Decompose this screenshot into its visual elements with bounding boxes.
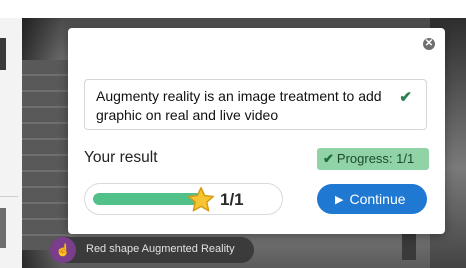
- result-dialog: ✕ Augmenty reality is an image treatment…: [68, 28, 445, 234]
- star-icon: [188, 187, 214, 212]
- video-building: [22, 60, 68, 250]
- left-panel-tab[interactable]: [0, 208, 6, 248]
- continue-button[interactable]: ▶ Continue: [317, 184, 427, 214]
- progress-badge: ✔ Progress: 1/1: [317, 148, 429, 170]
- score-pill: 1/1: [84, 183, 283, 215]
- answer-box: Augmenty reality is an image treatment t…: [84, 79, 427, 130]
- left-panel-divider: [0, 196, 18, 197]
- caption-chip[interactable]: ☝ Red shape Augmented Reality: [50, 237, 254, 263]
- top-strip: [0, 0, 466, 18]
- score-text: 1/1: [220, 190, 244, 209]
- continue-label: Continue: [349, 191, 406, 207]
- progress-label: Progress: 1/1: [336, 151, 415, 166]
- check-icon: ✔: [323, 151, 334, 166]
- check-icon: ✔: [399, 89, 412, 106]
- left-panel-tab[interactable]: [0, 38, 6, 70]
- caption-text: Red shape Augmented Reality: [86, 243, 235, 255]
- hand-pointer-icon: ☝: [50, 237, 76, 263]
- answer-text: Augmenty reality is an image treatment t…: [96, 88, 382, 123]
- play-icon: ▶: [335, 194, 344, 206]
- close-icon[interactable]: ✕: [423, 38, 435, 50]
- result-label: Your result: [84, 149, 158, 166]
